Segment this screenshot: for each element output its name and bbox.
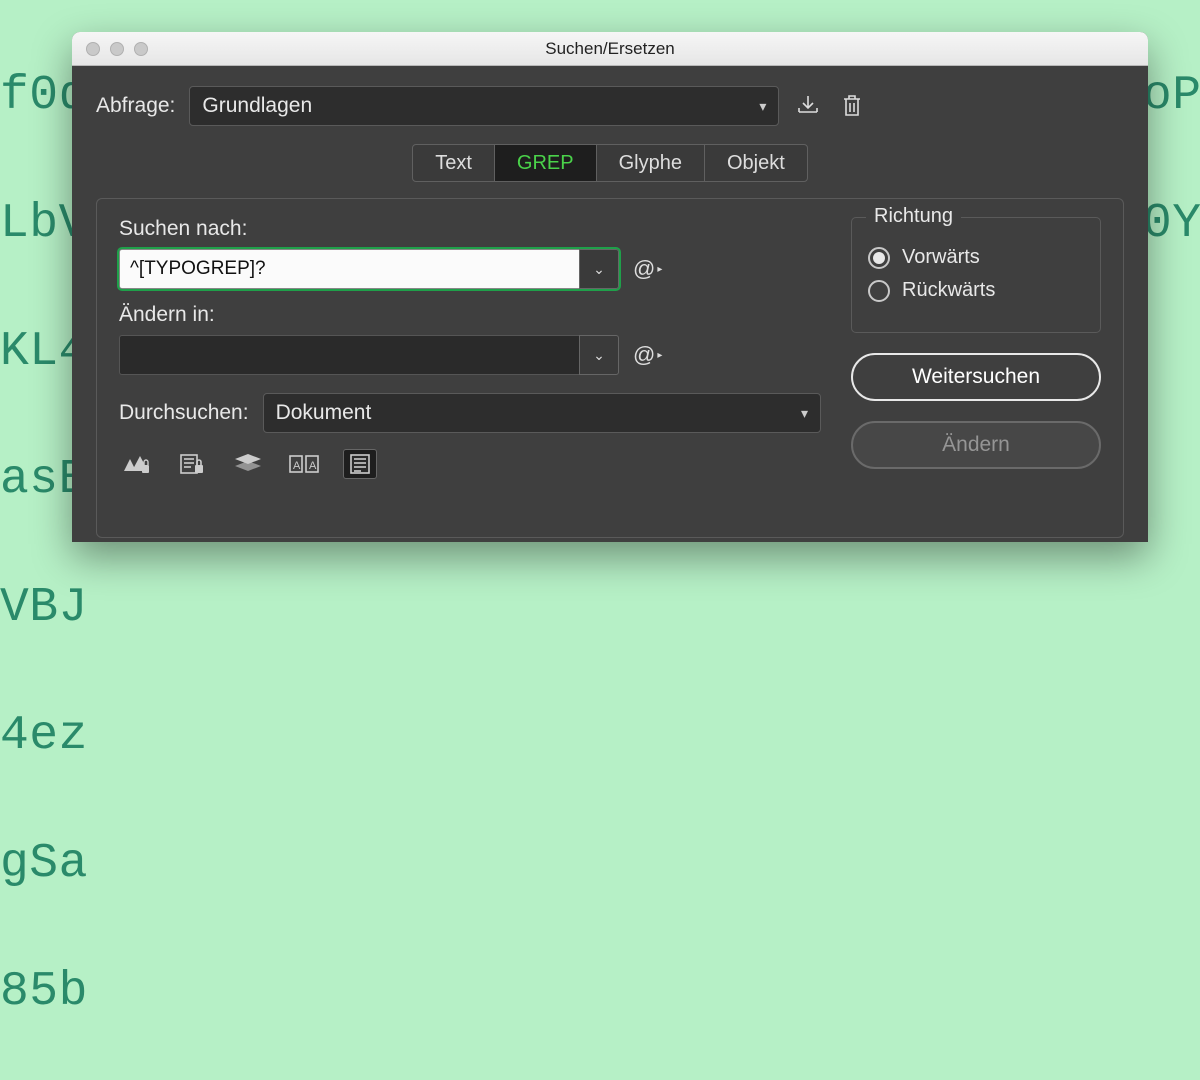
save-query-icon[interactable] [793, 91, 823, 121]
chevron-down-icon: ⌄ [593, 261, 605, 278]
query-value: Grundlagen [202, 94, 312, 118]
main-panel: Suchen nach: ⌄ @▸ Ändern in: [96, 198, 1124, 538]
query-label: Abfrage: [96, 94, 175, 118]
include-footnotes-icon[interactable] [343, 449, 377, 479]
delete-query-icon[interactable] [837, 91, 867, 121]
replace-field-combo: ⌄ [119, 335, 619, 375]
search-label: Suchen nach: [119, 217, 821, 241]
replace-specialchar-button[interactable]: @▸ [633, 342, 662, 368]
minimize-window-icon[interactable] [110, 42, 124, 56]
chevron-down-icon: ▾ [759, 98, 766, 115]
search-field-combo: ⌄ [119, 249, 619, 289]
search-option-icons: AA [119, 449, 821, 479]
find-replace-dialog: Suchen/Ersetzen Abfrage: Grundlagen ▾ [72, 32, 1148, 542]
scope-dropdown[interactable]: Dokument ▾ [263, 393, 821, 433]
direction-forward-label: Vorwärts [902, 246, 980, 269]
svg-text:A: A [293, 460, 301, 472]
replace-input[interactable] [119, 335, 579, 375]
zoom-window-icon[interactable] [134, 42, 148, 56]
close-window-icon[interactable] [86, 42, 100, 56]
query-dropdown[interactable]: Grundlagen ▾ [189, 86, 779, 126]
tab-glyph[interactable]: Glyphe [596, 144, 705, 182]
radio-checked-icon [868, 247, 890, 269]
include-locked-stories-icon[interactable] [175, 449, 209, 479]
direction-backward-radio[interactable]: Rückwärts [868, 279, 1084, 302]
radio-unchecked-icon [868, 280, 890, 302]
include-locked-layers-icon[interactable] [119, 449, 153, 479]
search-history-dropdown[interactable]: ⌄ [579, 249, 619, 289]
include-hidden-layers-icon[interactable] [231, 449, 265, 479]
scope-label: Durchsuchen: [119, 401, 249, 425]
window-title: Suchen/Ersetzen [72, 39, 1148, 59]
tab-text[interactable]: Text [412, 144, 495, 182]
find-next-button[interactable]: Weitersuchen [851, 353, 1101, 401]
direction-group: Richtung Vorwärts Rückwärts [851, 217, 1101, 333]
search-input[interactable] [119, 249, 579, 289]
window-controls [72, 42, 148, 56]
mode-tabs: Text GREP Glyphe Objekt [96, 144, 1124, 182]
chevron-down-icon: ▾ [801, 405, 808, 422]
titlebar[interactable]: Suchen/Ersetzen [72, 32, 1148, 66]
replace-history-dropdown[interactable]: ⌄ [579, 335, 619, 375]
include-master-pages-icon[interactable]: AA [287, 449, 321, 479]
tab-grep[interactable]: GREP [494, 144, 597, 182]
chevron-down-icon: ⌄ [593, 347, 605, 364]
direction-backward-label: Rückwärts [902, 279, 995, 302]
scope-value: Dokument [276, 401, 372, 425]
direction-forward-radio[interactable]: Vorwärts [868, 246, 1084, 269]
change-button[interactable]: Ändern [851, 421, 1101, 469]
search-specialchar-button[interactable]: @▸ [633, 256, 662, 282]
triangle-right-icon: ▸ [657, 264, 662, 275]
triangle-right-icon: ▸ [657, 350, 662, 361]
svg-text:A: A [309, 460, 317, 472]
tab-object[interactable]: Objekt [704, 144, 808, 182]
direction-title: Richtung [866, 205, 961, 228]
replace-label: Ändern in: [119, 303, 821, 327]
